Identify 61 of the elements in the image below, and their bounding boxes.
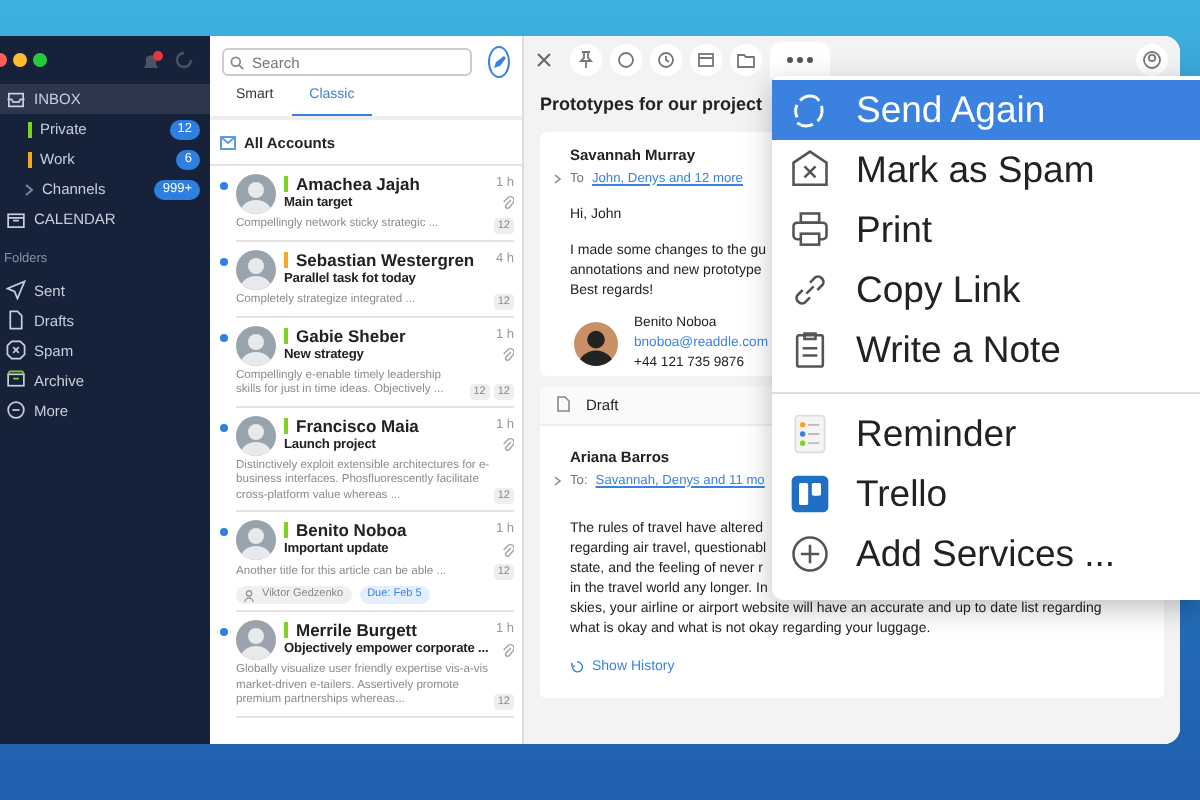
folder-icon [736,50,756,70]
menu-item[interactable]: Reminder [772,404,1200,464]
message-title: Prototypes for our project [540,92,763,118]
pin-icon [576,50,596,70]
board-icon [788,472,832,516]
sender-name: Merrile Burgett [296,620,419,641]
menu-item[interactable]: Write a Note [772,320,1200,380]
avatar [236,249,276,290]
chevron-icon[interactable] [554,476,562,487]
history-icon [570,660,584,675]
chevron-icon[interactable] [554,173,562,184]
avatar [236,520,276,561]
person-icon [244,589,254,602]
printer-icon [788,208,832,252]
sender-name: Benito Noboa [296,520,409,541]
menu-item[interactable]: Send Again [772,80,1200,140]
plus-circle-icon [788,532,832,576]
menu-item[interactable]: Print [772,200,1200,260]
checklist-icon [788,412,832,456]
paper-plane-icon [6,280,26,301]
sender-name: Gabie Sheber [296,325,408,346]
close-icon[interactable] [536,52,552,68]
document-icon [556,396,570,413]
bell-icon[interactable] [140,49,164,71]
folder-button[interactable] [730,44,762,76]
more-circle-icon [6,400,26,421]
avatar [236,173,276,214]
pin-button[interactable] [570,44,602,76]
menu-item[interactable]: Add Services ... [772,524,1200,584]
more-button[interactable] [770,42,830,78]
calendar-icon [6,209,26,229]
spam-icon [6,340,26,361]
spam-icon [788,148,832,192]
sender-name: Amachea Jajah [296,173,422,194]
circle-icon [616,50,636,70]
archive-box-icon [696,50,716,70]
circle-button[interactable] [610,44,642,76]
clock-icon [656,50,676,70]
avatar [236,620,276,661]
avatar [236,325,276,366]
more-dots-icon [786,56,814,64]
inbox-tray-icon [6,89,26,109]
window-controls-icon [0,52,52,68]
sender-name: Sebastian Westergren [296,249,477,270]
document-icon [6,310,26,331]
search-icon [230,56,244,70]
sender-name: Francisco Maia [296,415,421,436]
avatar [574,322,618,367]
menu-item[interactable]: Trello [772,464,1200,524]
menu-item[interactable]: Mark as Spam [772,140,1200,200]
menu-item[interactable]: Copy Link [772,260,1200,320]
clock-button[interactable] [650,44,682,76]
pencil-icon [491,54,507,70]
contacts-button[interactable] [1136,44,1168,76]
envelope-icon [220,135,236,150]
archive-box-button[interactable] [690,44,722,76]
person-icon [1142,50,1162,70]
archive-box-icon [6,370,26,391]
chevron-icon [24,183,34,195]
avatar [236,415,276,456]
compose-button[interactable] [488,46,510,78]
